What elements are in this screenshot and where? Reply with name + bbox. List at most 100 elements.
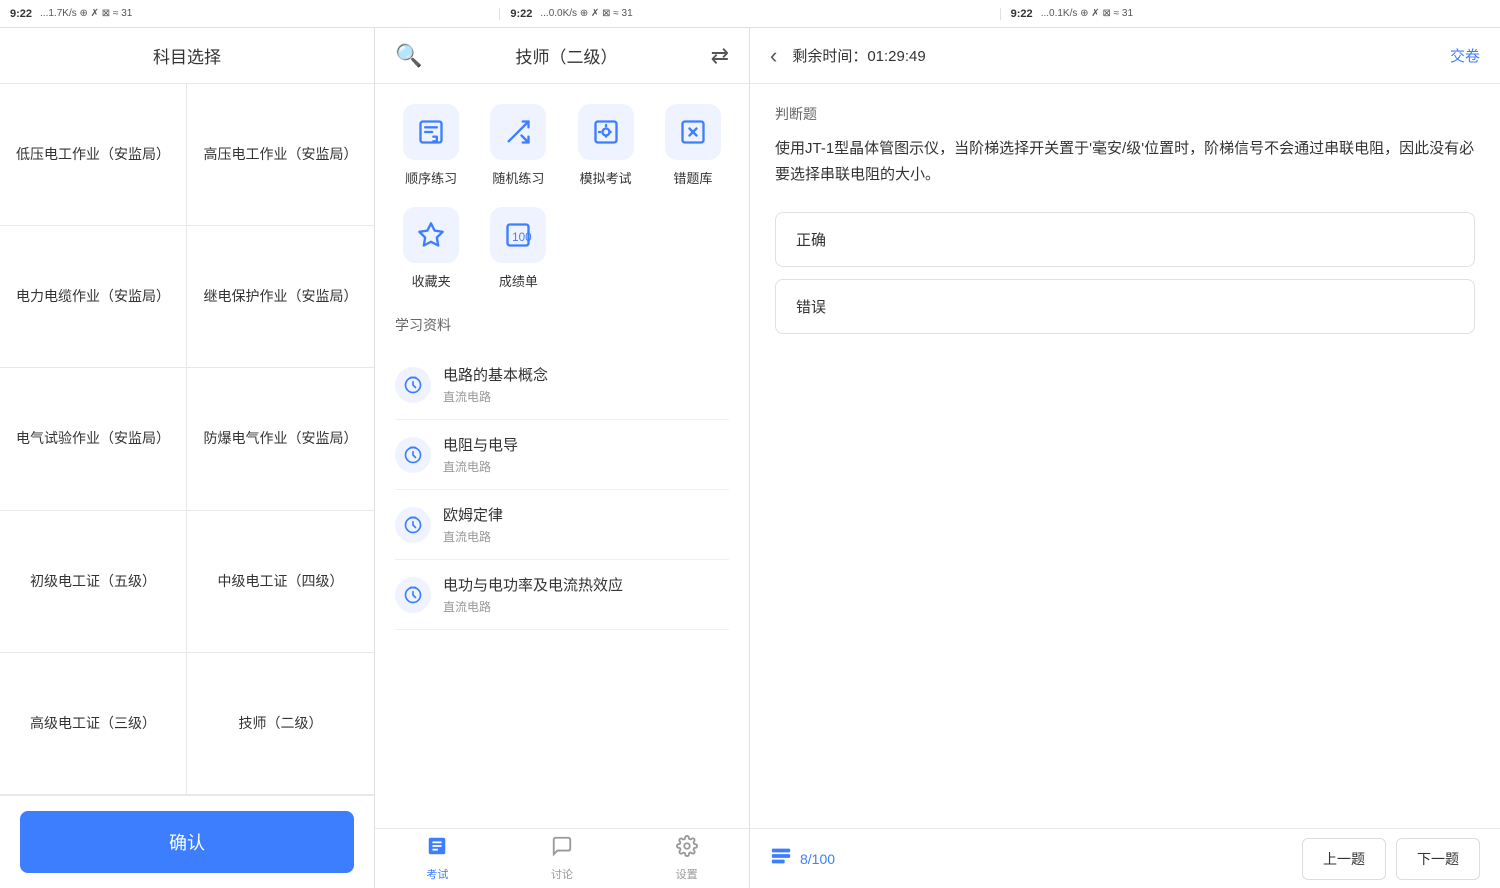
subject-item[interactable]: 高级电工证（三级） [0, 653, 187, 795]
material-icon [395, 437, 431, 473]
material-sub: 直流电路 [443, 528, 729, 545]
practice-wrong-questions[interactable]: 错题库 [657, 104, 729, 187]
material-name: 电功与电功率及电流热效应 [443, 574, 729, 595]
confirm-btn-area: 确认 [0, 795, 374, 888]
nav-settings[interactable]: 设置 [624, 829, 749, 888]
status-time-1: 9:22 [10, 8, 32, 20]
exam-header: ‹ 剩余时间：01:29:49 交卷 [750, 28, 1500, 84]
subject-item[interactable]: 高压电工作业（安监局） [187, 84, 374, 226]
subject-item[interactable]: 电力电缆作业（安监局） [0, 226, 187, 368]
material-sub: 直流电路 [443, 458, 729, 475]
material-item[interactable]: 电路的基本概念 直流电路 [395, 350, 729, 420]
material-info: 电阻与电导 直流电路 [443, 434, 729, 475]
status-signals-3: ...0.1K/s ⊕ ✗ ⊠ ≈ 31 [1041, 8, 1133, 19]
answer-card[interactable]: 8/100 [770, 845, 1292, 873]
practice-favorites[interactable]: 收藏夹 [395, 207, 467, 290]
practice-grid-2: 收藏夹 100 成绩单 [395, 207, 729, 290]
exam-bottom: 8/100 上一题 下一题 [750, 828, 1500, 888]
score-label: 成绩单 [499, 271, 538, 290]
mock-exam-label: 模拟考试 [580, 168, 632, 187]
subject-item[interactable]: 低压电工作业（安监局） [0, 84, 187, 226]
random-label: 随机练习 [492, 168, 544, 187]
status-section-3: 9:22 ...0.1K/s ⊕ ✗ ⊠ ≈ 31 [1000, 8, 1500, 20]
material-name: 欧姆定律 [443, 504, 729, 525]
subject-item[interactable]: 初级电工证（五级） [0, 511, 187, 653]
material-name: 电阻与电导 [443, 434, 729, 455]
tech-title: 技师（二级） [422, 43, 710, 68]
material-icon [395, 577, 431, 613]
answer-card-icon [770, 845, 792, 873]
material-info: 欧姆定律 直流电路 [443, 504, 729, 545]
sequential-icon [403, 104, 459, 160]
material-info: 电路的基本概念 直流电路 [443, 364, 729, 405]
discuss-nav-label: 讨论 [551, 866, 573, 882]
subject-item[interactable]: 防爆电气作业（安监局） [187, 368, 374, 510]
panel-technician: 🔍 技师（二级） ⇄ 顺序练习 随机练习 [375, 28, 750, 888]
subjects-header: 科目选择 [0, 28, 374, 84]
material-item[interactable]: 电功与电功率及电流热效应 直流电路 [395, 560, 729, 630]
material-info: 电功与电功率及电流热效应 直流电路 [443, 574, 729, 615]
answer-option-wrong[interactable]: 错误 [775, 279, 1475, 334]
settings-nav-icon [676, 835, 698, 863]
nav-discuss[interactable]: 讨论 [500, 829, 625, 888]
score-icon: 100 [490, 207, 546, 263]
status-time-2: 9:22 [510, 8, 532, 20]
subjects-grid: 低压电工作业（安监局）高压电工作业（安监局）电力电缆作业（安监局）继电保护作业（… [0, 84, 374, 795]
exam-submit-button[interactable]: 交卷 [1450, 45, 1480, 66]
subjects-title: 科目选择 [153, 43, 221, 68]
status-signals-1: ...1.7K/s ⊕ ✗ ⊠ ≈ 31 [40, 8, 132, 19]
nav-exam[interactable]: 考试 [375, 829, 500, 888]
material-name: 电路的基本概念 [443, 364, 729, 385]
random-icon [490, 104, 546, 160]
practice-score[interactable]: 100 成绩单 [482, 207, 554, 290]
material-icon [395, 367, 431, 403]
tech-content: 顺序练习 随机练习 模拟考试 [375, 84, 749, 828]
prev-question-button[interactable]: 上一题 [1302, 838, 1386, 880]
status-time-3: 9:22 [1011, 8, 1033, 20]
material-item[interactable]: 欧姆定律 直流电路 [395, 490, 729, 560]
mock-exam-icon [578, 104, 634, 160]
practice-grid-1: 顺序练习 随机练习 模拟考试 [395, 104, 729, 187]
wrong-questions-label: 错题库 [673, 168, 712, 187]
section-title: 学习资料 [395, 315, 729, 335]
exam-nav-label: 考试 [426, 866, 448, 882]
exam-nav-icon [426, 835, 448, 863]
bottom-nav: 考试 讨论 设置 [375, 828, 749, 888]
subject-item[interactable]: 技师（二级） [187, 653, 374, 795]
material-sub: 直流电路 [443, 388, 729, 405]
answer-card-progress: 8/100 [800, 851, 835, 867]
question-type: 判断题 [775, 104, 1475, 124]
svg-text:100: 100 [513, 231, 533, 244]
panel-subjects: 科目选择 低压电工作业（安监局）高压电工作业（安监局）电力电缆作业（安监局）继电… [0, 28, 375, 888]
material-icon [395, 507, 431, 543]
exam-body: 判断题 使用JT-1型晶体管图示仪，当阶梯选择开关置于'毫安/级'位置时，阶梯信… [750, 84, 1500, 828]
switch-icon[interactable]: ⇄ [711, 43, 729, 69]
search-icon[interactable]: 🔍 [395, 43, 422, 69]
material-item[interactable]: 电阻与电导 直流电路 [395, 420, 729, 490]
favorites-icon [403, 207, 459, 263]
favorites-label: 收藏夹 [412, 271, 451, 290]
wrong-questions-icon [665, 104, 721, 160]
practice-sequential[interactable]: 顺序练习 [395, 104, 467, 187]
status-section-1: 9:22 ...1.7K/s ⊕ ✗ ⊠ ≈ 31 [0, 8, 499, 20]
question-text: 使用JT-1型晶体管图示仪，当阶梯选择开关置于'毫安/级'位置时，阶梯信号不会通… [775, 136, 1475, 187]
discuss-nav-icon [551, 835, 573, 863]
practice-mock-exam[interactable]: 模拟考试 [570, 104, 642, 187]
exam-back-button[interactable]: ‹ [770, 43, 777, 69]
status-section-2: 9:22 ...0.0K/s ⊕ ✗ ⊠ ≈ 31 [499, 8, 999, 20]
settings-nav-label: 设置 [676, 866, 698, 882]
tech-header: 🔍 技师（二级） ⇄ [375, 28, 749, 84]
panel-exam: ‹ 剩余时间：01:29:49 交卷 判断题 使用JT-1型晶体管图示仪，当阶梯… [750, 28, 1500, 888]
subject-item[interactable]: 中级电工证（四级） [187, 511, 374, 653]
subject-item[interactable]: 继电保护作业（安监局） [187, 226, 374, 368]
status-signals-2: ...0.0K/s ⊕ ✗ ⊠ ≈ 31 [540, 8, 632, 19]
confirm-button[interactable]: 确认 [20, 811, 354, 873]
status-bar: 9:22 ...1.7K/s ⊕ ✗ ⊠ ≈ 31 9:22 ...0.0K/s… [0, 0, 1500, 28]
sequential-label: 顺序练习 [405, 168, 457, 187]
panels-container: 科目选择 低压电工作业（安监局）高压电工作业（安监局）电力电缆作业（安监局）继电… [0, 28, 1500, 888]
materials-list: 电路的基本概念 直流电路 电阻与电导 直流电路 欧姆定律 直流电路 [395, 350, 729, 630]
subject-item[interactable]: 电气试验作业（安监局） [0, 368, 187, 510]
answer-option-correct[interactable]: 正确 [775, 212, 1475, 267]
next-question-button[interactable]: 下一题 [1396, 838, 1480, 880]
practice-random[interactable]: 随机练习 [482, 104, 554, 187]
